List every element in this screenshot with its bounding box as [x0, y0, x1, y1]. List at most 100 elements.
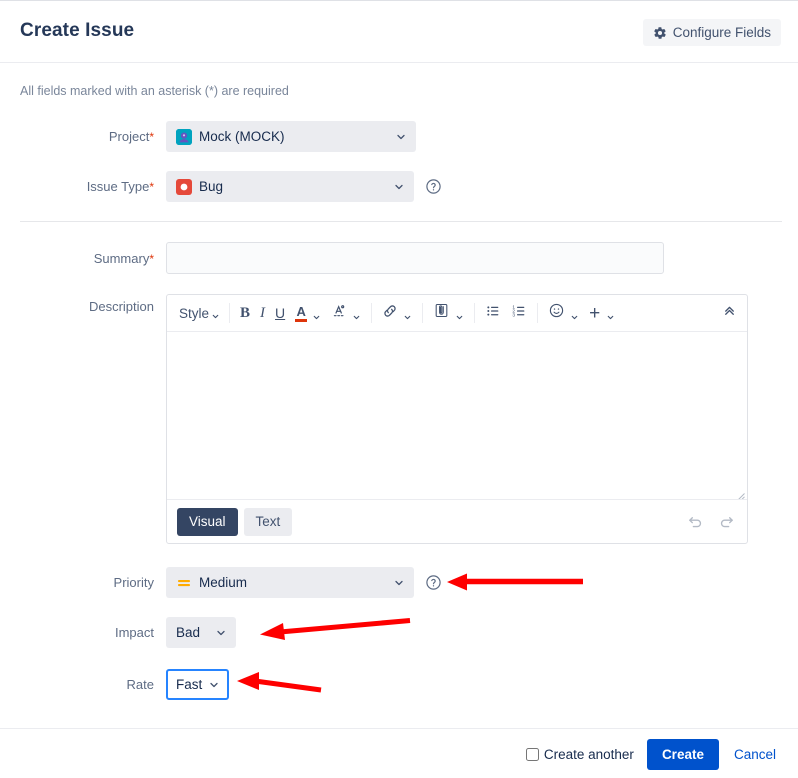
numbered-list-glyph: 1 2 3: [511, 303, 527, 324]
priority-medium-icon: [176, 575, 192, 591]
required-fields-note: All fields marked with an asterisk (*) a…: [20, 84, 289, 98]
style-dropdown[interactable]: Style: [173, 300, 224, 326]
text-highlight-icon[interactable]: [326, 300, 366, 326]
create-another-checkbox[interactable]: [525, 747, 539, 761]
dialog-header: Create Issue Configure Fields: [0, 1, 798, 63]
issue-type-label: Issue Type*: [20, 179, 154, 194]
attachment-glyph: [433, 302, 450, 324]
impact-value: Bad: [176, 625, 201, 640]
priority-help-icon[interactable]: [425, 574, 442, 591]
undo-redo-group: [687, 513, 735, 530]
text-highlight-glyph: [331, 303, 347, 324]
description-editor: Style B I U A 1 2 3 + Visual Text: [166, 294, 748, 544]
issue-type-help-icon[interactable]: [425, 178, 442, 195]
italic-label: I: [260, 304, 266, 321]
chevron-down-icon: [606, 309, 615, 319]
bullet-list-glyph: [485, 303, 501, 324]
bug-icon: [176, 178, 192, 195]
chevron-down-icon: [215, 627, 227, 639]
chevron-down-icon: [393, 181, 405, 193]
numbered-list-icon[interactable]: 1 2 3: [506, 300, 532, 326]
create-another-label: Create another: [543, 746, 634, 762]
summary-required-marker: *: [149, 251, 154, 266]
italic-icon[interactable]: I: [255, 300, 270, 326]
project-label: Project*: [20, 129, 154, 144]
summary-label-text: Summary: [93, 250, 150, 266]
text-color-letter: A: [296, 303, 306, 319]
configure-fields-button[interactable]: Configure Fields: [642, 19, 781, 46]
link-icon[interactable]: [377, 300, 417, 326]
attachment-icon[interactable]: [428, 300, 469, 326]
issue-type-select[interactable]: Bug: [166, 171, 414, 202]
page-title: Create Issue: [20, 20, 135, 41]
insert-more-icon[interactable]: +: [584, 300, 620, 326]
emoji-glyph: [548, 302, 565, 324]
project-avatar-icon: [176, 128, 192, 145]
rate-label: Rate: [126, 677, 154, 692]
impact-label: Impact: [114, 625, 154, 640]
emoji-icon[interactable]: [543, 300, 584, 326]
priority-label: Priority: [113, 575, 154, 590]
field-row-description: Description: [20, 299, 170, 314]
field-row-project: Project* Mock (MOCK): [20, 121, 420, 152]
toolbar-divider: [422, 303, 424, 323]
toolbar-divider: [474, 303, 476, 323]
summary-label: Summary*: [20, 251, 154, 266]
resize-handle[interactable]: [735, 487, 745, 500]
chevron-down-icon: [455, 309, 464, 319]
underline-icon[interactable]: U: [270, 300, 290, 326]
chevron-down-icon: [208, 679, 220, 691]
issue-type-label-text: Issue Type: [86, 179, 150, 194]
editor-toolbar: Style B I U A 1 2 3 +: [167, 295, 747, 332]
project-label-text: Project: [108, 129, 150, 144]
bullet-list-icon[interactable]: [480, 300, 506, 326]
text-color-icon[interactable]: A: [290, 300, 326, 326]
cancel-button[interactable]: Cancel: [732, 747, 778, 762]
chevron-down-icon: [312, 309, 321, 319]
configure-fields-label: Configure Fields: [672, 25, 771, 40]
link-glyph: [382, 303, 398, 324]
field-row-rate: Rate Fast: [20, 669, 320, 700]
field-row-priority: Priority Medium: [20, 567, 460, 598]
field-row-summary: Summary*: [20, 242, 700, 274]
undo-icon[interactable]: [687, 513, 704, 530]
impact-select[interactable]: Bad: [166, 617, 236, 648]
chevron-down-icon: [211, 309, 220, 318]
editor-footer: Visual Text: [167, 499, 747, 543]
description-label: Description: [88, 299, 154, 314]
gear-icon: [653, 26, 667, 40]
summary-input[interactable]: [166, 242, 664, 274]
style-dropdown-label: Style: [179, 305, 210, 321]
redo-icon[interactable]: [718, 513, 735, 530]
project-select[interactable]: Mock (MOCK): [166, 121, 416, 152]
text-color-glyph: A: [295, 303, 308, 322]
issue-type-value: Bug: [199, 179, 224, 194]
dialog-footer: Create another Create Cancel: [0, 728, 798, 778]
svg-text:3: 3: [512, 312, 515, 318]
create-button[interactable]: Create: [646, 738, 719, 770]
field-row-impact: Impact Bad: [20, 617, 320, 648]
text-tab[interactable]: Text: [243, 507, 293, 536]
section-divider: [20, 221, 782, 222]
rate-value: Fast: [176, 677, 203, 692]
create-another-checkbox-wrap[interactable]: Create another: [525, 746, 634, 762]
rate-select[interactable]: Fast: [166, 669, 229, 700]
project-required-marker: *: [149, 130, 154, 144]
underline-label: U: [275, 305, 286, 321]
chevron-down-icon: [393, 577, 405, 589]
collapse-toolbar-icon[interactable]: [722, 303, 737, 323]
visual-tab[interactable]: Visual: [177, 507, 238, 536]
chevron-down-icon: [352, 309, 361, 319]
bold-icon[interactable]: B: [235, 300, 255, 326]
chevron-down-icon: [395, 131, 407, 143]
description-textarea[interactable]: [167, 332, 747, 500]
field-row-issue-type: Issue Type* Bug: [20, 171, 460, 202]
toolbar-divider: [537, 303, 539, 323]
priority-select[interactable]: Medium: [166, 567, 414, 598]
issue-type-required-marker: *: [149, 180, 154, 194]
text-color-swatch: [295, 319, 308, 322]
priority-value: Medium: [199, 575, 248, 590]
chevron-down-icon: [570, 309, 579, 319]
toolbar-divider: [229, 303, 231, 323]
project-value: Mock (MOCK): [199, 129, 285, 144]
